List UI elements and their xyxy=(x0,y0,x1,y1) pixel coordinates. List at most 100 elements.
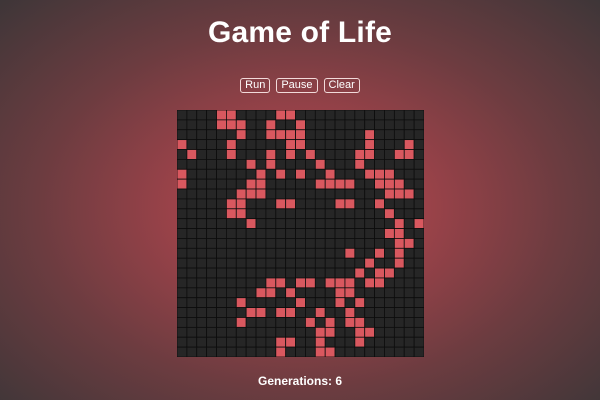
cell-dead[interactable] xyxy=(354,277,366,289)
cell-alive[interactable] xyxy=(314,307,326,318)
cell-alive[interactable] xyxy=(305,277,316,289)
cell-alive[interactable] xyxy=(216,119,227,131)
cell-dead[interactable] xyxy=(324,297,336,309)
cell-dead[interactable] xyxy=(374,188,385,200)
cell-dead[interactable] xyxy=(285,228,296,239)
cell-dead[interactable] xyxy=(413,110,424,121)
cell-alive[interactable] xyxy=(344,178,356,190)
cell-dead[interactable] xyxy=(226,346,237,357)
cell-dead[interactable] xyxy=(295,326,306,338)
cell-dead[interactable] xyxy=(314,277,326,289)
cell-dead[interactable] xyxy=(255,317,267,328)
cell-dead[interactable] xyxy=(403,110,415,121)
cell-dead[interactable] xyxy=(285,277,296,289)
cell-dead[interactable] xyxy=(393,139,405,150)
cell-dead[interactable] xyxy=(196,238,208,249)
cell-dead[interactable] xyxy=(196,336,208,348)
cell-dead[interactable] xyxy=(216,257,227,269)
cell-dead[interactable] xyxy=(255,297,267,309)
cell-dead[interactable] xyxy=(196,267,208,279)
cell-alive[interactable] xyxy=(295,129,306,141)
cell-alive[interactable] xyxy=(255,168,267,180)
cell-dead[interactable] xyxy=(354,346,366,357)
cell-dead[interactable] xyxy=(206,188,217,200)
cell-dead[interactable] xyxy=(374,297,385,309)
cell-alive[interactable] xyxy=(226,110,237,121)
cell-dead[interactable] xyxy=(216,139,227,150)
cell-dead[interactable] xyxy=(324,267,336,279)
cell-dead[interactable] xyxy=(255,129,267,141)
cell-dead[interactable] xyxy=(265,139,277,150)
cell-dead[interactable] xyxy=(393,208,405,220)
cell-dead[interactable] xyxy=(295,346,306,357)
cell-dead[interactable] xyxy=(305,267,316,279)
cell-alive[interactable] xyxy=(177,178,188,190)
cell-dead[interactable] xyxy=(206,159,217,170)
cell-dead[interactable] xyxy=(216,307,227,318)
cell-dead[interactable] xyxy=(364,119,376,131)
cell-dead[interactable] xyxy=(374,159,385,170)
cell-dead[interactable] xyxy=(235,168,247,180)
cell-dead[interactable] xyxy=(413,317,424,328)
cell-alive[interactable] xyxy=(265,119,277,131)
cell-dead[interactable] xyxy=(403,257,415,269)
cell-dead[interactable] xyxy=(216,247,227,259)
cell-dead[interactable] xyxy=(265,247,277,259)
cell-alive[interactable] xyxy=(384,178,395,190)
cell-alive[interactable] xyxy=(235,119,247,131)
cell-dead[interactable] xyxy=(245,287,257,299)
cell-dead[interactable] xyxy=(364,208,376,220)
cell-alive[interactable] xyxy=(235,297,247,309)
cell-dead[interactable] xyxy=(305,287,316,299)
cell-dead[interactable] xyxy=(206,119,217,131)
cell-dead[interactable] xyxy=(216,218,227,229)
cell-dead[interactable] xyxy=(206,110,217,121)
cell-dead[interactable] xyxy=(206,307,217,318)
cell-dead[interactable] xyxy=(186,326,198,338)
cell-dead[interactable] xyxy=(177,336,188,348)
cell-dead[interactable] xyxy=(413,168,424,180)
cell-dead[interactable] xyxy=(177,277,188,289)
cell-dead[interactable] xyxy=(177,129,188,141)
cell-dead[interactable] xyxy=(305,326,316,338)
cell-dead[interactable] xyxy=(206,178,217,190)
cell-alive[interactable] xyxy=(216,110,227,121)
cell-dead[interactable] xyxy=(265,218,277,229)
cell-alive[interactable] xyxy=(177,168,188,180)
cell-dead[interactable] xyxy=(226,317,237,328)
cell-dead[interactable] xyxy=(334,149,346,160)
cell-dead[interactable] xyxy=(403,346,415,357)
cell-dead[interactable] xyxy=(314,247,326,259)
cell-dead[interactable] xyxy=(374,119,385,131)
cell-dead[interactable] xyxy=(384,119,395,131)
cell-alive[interactable] xyxy=(295,119,306,131)
cell-dead[interactable] xyxy=(305,218,316,229)
cell-alive[interactable] xyxy=(314,159,326,170)
cell-dead[interactable] xyxy=(295,149,306,160)
cell-dead[interactable] xyxy=(384,326,395,338)
cell-dead[interactable] xyxy=(324,159,336,170)
cell-dead[interactable] xyxy=(354,218,366,229)
cell-dead[interactable] xyxy=(275,119,287,131)
cell-dead[interactable] xyxy=(413,257,424,269)
cell-dead[interactable] xyxy=(413,247,424,259)
cell-alive[interactable] xyxy=(413,218,424,229)
cell-dead[interactable] xyxy=(393,267,405,279)
cell-dead[interactable] xyxy=(177,326,188,338)
cell-dead[interactable] xyxy=(206,149,217,160)
cell-dead[interactable] xyxy=(177,317,188,328)
cell-dead[interactable] xyxy=(384,129,395,141)
cell-dead[interactable] xyxy=(393,336,405,348)
cell-dead[interactable] xyxy=(265,326,277,338)
cell-dead[interactable] xyxy=(285,267,296,279)
cell-dead[interactable] xyxy=(235,346,247,357)
cell-dead[interactable] xyxy=(354,257,366,269)
cell-alive[interactable] xyxy=(265,159,277,170)
cell-dead[interactable] xyxy=(245,257,257,269)
cell-dead[interactable] xyxy=(324,198,336,210)
cell-dead[interactable] xyxy=(314,168,326,180)
cell-dead[interactable] xyxy=(344,267,356,279)
cell-dead[interactable] xyxy=(364,317,376,328)
cell-dead[interactable] xyxy=(295,228,306,239)
cell-dead[interactable] xyxy=(374,238,385,249)
